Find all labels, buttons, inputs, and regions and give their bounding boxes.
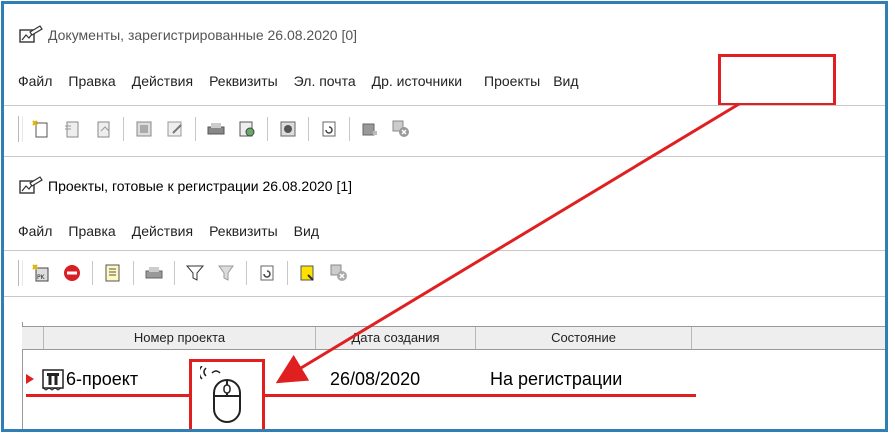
annotation-arrow bbox=[275, 102, 740, 384]
arrow-line bbox=[275, 102, 740, 384]
screenshot-frame: Документы, зарегистрированные 26.08.2020… bbox=[1, 1, 888, 432]
